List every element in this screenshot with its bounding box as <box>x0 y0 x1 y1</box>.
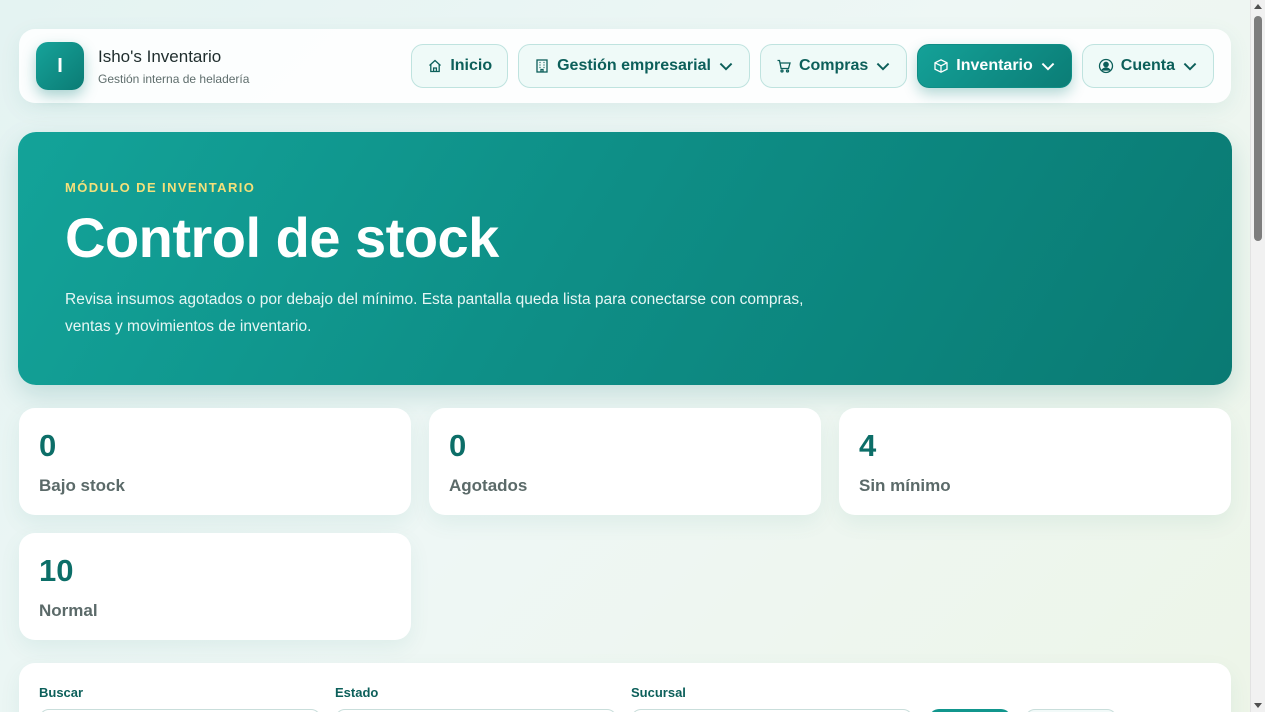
nav-compras-label: Compras <box>798 57 869 74</box>
chevron-down-icon <box>719 62 733 71</box>
page: I Isho's Inventario Gestión interna de h… <box>0 0 1250 712</box>
nav-inventario-button[interactable]: Inventario <box>917 44 1072 88</box>
stat-value: 4 <box>859 428 877 463</box>
nav-gestion-label: Gestión empresarial <box>557 57 711 74</box>
status-label: Estado <box>335 685 379 700</box>
stat-card-bajo-stock: 0 Bajo stock <box>19 408 411 515</box>
branch-label: Sucursal <box>631 685 686 700</box>
chevron-down-icon <box>877 62 890 71</box>
stat-label: Sin mínimo <box>859 476 951 495</box>
scroll-up-arrow-icon[interactable] <box>1254 4 1262 9</box>
brand-title: Isho's Inventario <box>98 46 222 66</box>
brand-logo[interactable]: I <box>36 42 84 90</box>
nav-gestion-button[interactable]: Gestión empresarial <box>518 44 750 88</box>
brand-logo-letter: I <box>57 54 63 77</box>
nav-cuenta-label: Cuenta <box>1120 57 1175 74</box>
brand-subtitle: Gestión interna de heladería <box>98 71 250 86</box>
main-nav: Inicio Gestión empresarial Compras Inven… <box>411 44 1214 88</box>
page-title: Control de stock <box>65 206 499 269</box>
stat-label: Bajo stock <box>39 476 125 495</box>
page-scrollbar[interactable] <box>1250 0 1265 712</box>
cart-icon <box>777 59 791 73</box>
stat-label: Agotados <box>449 476 528 495</box>
nav-inicio-label: Inicio <box>450 57 493 74</box>
chevron-down-icon <box>1041 62 1055 71</box>
box-icon <box>934 59 948 73</box>
hero-banner: MÓDULO DE INVENTARIO Control de stock Re… <box>18 132 1232 385</box>
hero-description: Revisa insumos agotados o por debajo del… <box>65 291 804 335</box>
stat-label: Normal <box>39 601 98 620</box>
top-navbar: I Isho's Inventario Gestión interna de h… <box>19 29 1231 103</box>
scroll-down-arrow-icon[interactable] <box>1254 703 1262 708</box>
building-icon <box>536 59 548 73</box>
chevron-down-icon <box>1183 62 1197 71</box>
nav-inventario-label: Inventario <box>956 57 1033 74</box>
scrollbar-thumb[interactable] <box>1254 16 1262 241</box>
stat-card-agotados: 0 Agotados <box>429 408 821 515</box>
stat-card-normal: 10 Normal <box>19 533 411 640</box>
nav-compras-button[interactable]: Compras <box>759 44 908 88</box>
filters-panel: Buscar Estado Sucursal <box>19 663 1231 712</box>
stat-value: 10 <box>39 553 74 588</box>
stat-value: 0 <box>449 428 467 463</box>
brand-text: Isho's Inventario Gestión interna de hel… <box>98 47 249 86</box>
user-circle-icon <box>1098 58 1113 74</box>
search-label: Buscar <box>39 685 84 700</box>
nav-inicio-button[interactable]: Inicio <box>411 44 509 88</box>
stat-card-sin-minimo: 4 Sin mínimo <box>839 408 1231 515</box>
hero-kicker: MÓDULO DE INVENTARIO <box>65 180 256 195</box>
home-icon <box>429 59 442 73</box>
stat-value: 0 <box>39 428 57 463</box>
nav-cuenta-button[interactable]: Cuenta <box>1081 44 1214 88</box>
